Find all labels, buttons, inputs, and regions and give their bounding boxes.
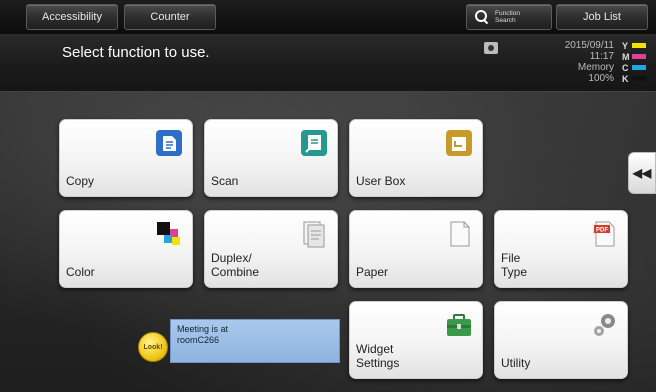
copy-icon — [156, 130, 182, 156]
utility-tile[interactable]: Utility — [494, 301, 628, 379]
pdf-file-icon: PDF — [594, 221, 615, 247]
color-label: Color — [66, 265, 95, 279]
toner-row-k: K — [622, 73, 652, 84]
memory-label: Memory — [577, 62, 614, 73]
gear-icon — [594, 314, 615, 336]
time-text: 11:17 — [589, 51, 614, 62]
scan-label: Scan — [211, 174, 239, 188]
counter-button[interactable]: Counter — [124, 4, 216, 30]
scan-tile[interactable]: Scan — [204, 119, 338, 197]
date-text: 2015/09/11 — [564, 40, 614, 51]
duplex-combine-label: Duplex/ Combine — [211, 251, 260, 279]
expand-panel-button[interactable]: ◀◀ — [628, 152, 656, 194]
function-search-button[interactable]: Function Search — [466, 4, 552, 30]
file-type-tile[interactable]: PDF File Type — [494, 210, 628, 288]
utility-label: Utility — [501, 356, 531, 370]
svg-text:PDF: PDF — [596, 228, 608, 234]
user-box-icon — [446, 130, 472, 156]
screen: Accessibility Counter Function Search Jo… — [0, 0, 656, 392]
message-bar: Select function to use. 2015/09/11 11:17… — [0, 34, 656, 92]
status-info: 2015/09/11 11:17 Memory 100% — [565, 40, 614, 84]
toner-row-c: C — [622, 62, 652, 73]
toner-levels: Y M C K — [622, 40, 652, 84]
toner-bar-y — [632, 43, 646, 48]
duplex-icon — [303, 221, 325, 248]
job-list-label: Job List — [583, 11, 621, 23]
paper-tile[interactable]: Paper — [349, 210, 483, 288]
user-box-tile[interactable]: User Box — [349, 119, 483, 197]
accessibility-button[interactable]: Accessibility — [26, 4, 118, 30]
copy-tile[interactable]: Copy — [59, 119, 193, 197]
duplex-combine-tile[interactable]: Duplex/ Combine — [204, 210, 338, 288]
color-icon — [157, 222, 180, 245]
paper-icon — [450, 221, 470, 247]
look-badge: Look! — [138, 332, 168, 362]
job-list-button[interactable]: Job List — [556, 4, 648, 30]
instruction-message: Select function to use. — [62, 44, 210, 61]
copy-label: Copy — [66, 174, 95, 188]
double-chevron-left-icon: ◀◀ — [632, 166, 652, 180]
paper-label: Paper — [356, 265, 389, 279]
toner-row-y: Y — [622, 40, 652, 51]
memory-value: 100% — [588, 73, 614, 84]
function-search-label: Function Search — [495, 10, 520, 24]
toner-bar-m — [632, 54, 646, 59]
toner-bar-k — [632, 76, 646, 81]
toner-row-m: M — [622, 51, 652, 62]
widget-settings-label: Widget Settings — [356, 342, 400, 370]
memo-text: Meeting is at roomC266 — [177, 324, 229, 345]
look-badge-text: Look! — [143, 343, 163, 351]
scan-icon — [301, 130, 327, 156]
search-icon — [475, 10, 489, 24]
widget-settings-tile[interactable]: Widget Settings — [349, 301, 483, 379]
user-box-label: User Box — [356, 174, 406, 188]
memo-widget[interactable]: Meeting is at roomC266 — [170, 319, 340, 363]
top-bar: Accessibility Counter Function Search Jo… — [0, 0, 656, 34]
file-type-label: File Type — [501, 251, 528, 279]
color-tile[interactable]: Color — [59, 210, 193, 288]
accessibility-label: Accessibility — [42, 11, 102, 23]
camera-icon — [484, 42, 498, 54]
toner-bar-c — [632, 65, 646, 70]
toolbox-icon — [447, 314, 471, 336]
counter-label: Counter — [150, 11, 190, 23]
